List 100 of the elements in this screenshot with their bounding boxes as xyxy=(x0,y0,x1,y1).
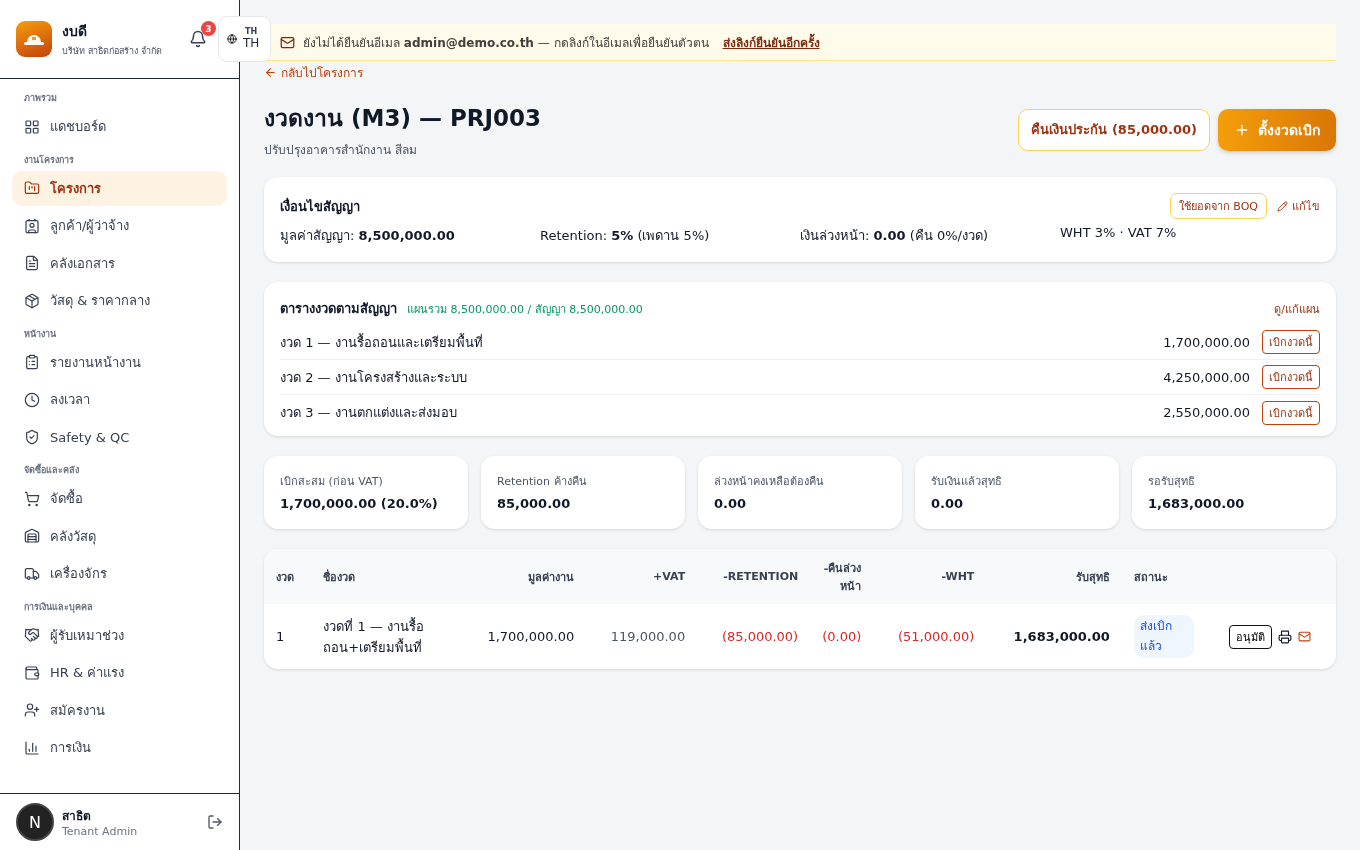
contract-fact: Retention: 5% (เพดาน 5%) xyxy=(540,227,711,245)
stat-label: รับเงินแล้วสุทธิ xyxy=(931,474,1003,490)
stat-value: 1,683,000.00 xyxy=(1148,496,1246,511)
nav-item[interactable]: เครื่องจักร xyxy=(12,556,227,591)
print-icon[interactable] xyxy=(1277,629,1292,644)
nav-icon xyxy=(24,627,40,643)
boq-button[interactable]: ใช้ยอดจาก BOQ xyxy=(1169,193,1267,219)
refund-retention-button[interactable]: คืนเงินประกัน (85,000.00) xyxy=(1018,108,1210,151)
column-header: ชื่องวด xyxy=(311,549,462,604)
nav-section-title: จัดซื้อและคลัง xyxy=(23,462,80,477)
card-title: เงื่อนไขสัญญา xyxy=(280,196,360,217)
table-cell: (51,000.00) xyxy=(873,604,987,669)
table-cell: 1,683,000.00 xyxy=(986,604,1122,669)
installment-amount: 2,550,000.00 xyxy=(1163,405,1250,420)
claim-installment-button[interactable]: เบิกงวดนี้ xyxy=(1262,365,1320,389)
nav-icon xyxy=(24,180,40,196)
nav-icon xyxy=(24,528,40,544)
notification-count: 3 xyxy=(201,21,216,36)
stat-value: 0.00 xyxy=(931,496,965,511)
brand-name: งบดี xyxy=(62,22,88,41)
stat-value: 1,700,000.00 (20.0%) xyxy=(280,496,439,511)
page-title: งวดงาน (M3) — PRJ003 xyxy=(264,104,542,133)
table-cell: 1 xyxy=(264,604,312,669)
user-role: Tenant Admin xyxy=(62,825,139,838)
mail-icon xyxy=(280,34,295,50)
back-link[interactable]: กลับไปโครงการ xyxy=(264,63,363,82)
nav-item[interactable]: ลงเวลา xyxy=(12,382,227,417)
mail-icon[interactable] xyxy=(1297,630,1311,643)
nav-item[interactable]: ลูกค้า/ผู้ว่าจ้าง xyxy=(12,208,227,243)
claim-installment-button[interactable]: เบิกงวดนี้ xyxy=(1262,330,1320,354)
nav-item[interactable]: แดชบอร์ด xyxy=(12,109,227,144)
stat-label: รอรับสุทธิ xyxy=(1148,474,1196,490)
installment-amount: 1,700,000.00 xyxy=(1163,334,1250,350)
column-header: -WHT xyxy=(873,549,987,604)
approve-button[interactable]: อนุมัติ xyxy=(1228,624,1272,649)
nav-item[interactable]: การเงิน xyxy=(12,730,227,765)
nav-icon xyxy=(24,255,40,271)
installment-amount: 4,250,000.00 xyxy=(1163,369,1250,385)
nav-icon xyxy=(24,354,40,370)
edit-plan-link[interactable]: ดู/แก้แผน xyxy=(1274,299,1320,318)
logout-icon[interactable] xyxy=(207,814,223,830)
nav-item[interactable]: วัสดุ & ราคากลาง xyxy=(12,283,227,318)
contract-fact: มูลค่าสัญญา: 8,500,000.00 xyxy=(280,227,456,246)
table-cell: งวดที่ 1 — งานรื้อถอน+เตรียมพื้นที่ xyxy=(311,604,462,669)
stat-label: Retention ค้างคืน xyxy=(497,474,588,490)
contract-fact: WHT 3% · VAT 7% xyxy=(1060,225,1178,242)
nav-icon xyxy=(24,429,40,445)
column-header: สถานะ xyxy=(1121,549,1217,604)
nav-icon xyxy=(24,565,40,582)
column-header: รับสุทธิ xyxy=(986,549,1122,604)
banner-text: ยังไม่ได้ยืนยันอีเมล admin@demo.co.th — กดลิงก์ในอีเมลเพื่อยืนยันตัวตน xyxy=(303,33,709,52)
company-name: บริษัท สาธิตก่อสร้าง จำกัด xyxy=(62,45,163,58)
stat-value: 85,000.00 xyxy=(497,496,572,511)
globe-icon xyxy=(227,34,237,44)
nav-item[interactable]: Safety & QC xyxy=(12,419,227,455)
hardhat-logo-icon xyxy=(16,21,52,57)
column-header: มูลค่างาน xyxy=(461,549,587,604)
nav-icon xyxy=(24,702,40,718)
nav-icon xyxy=(24,118,40,135)
table-cell: 1,700,000.00 xyxy=(461,604,587,669)
page-subtitle: ปรับปรุงอาคารสำนักงาน สีลม xyxy=(264,142,418,159)
nav-item[interactable]: คลังเอกสาร xyxy=(12,245,227,281)
avatar[interactable]: N xyxy=(16,803,54,841)
nav-section-title: ภาพรวม xyxy=(23,92,58,105)
stat-label: เบิกสะสม (ก่อน VAT) xyxy=(280,474,384,490)
table-cell: 119,000.00 xyxy=(586,604,698,669)
nav-section-title: หน้างาน xyxy=(23,327,57,341)
nav-icon xyxy=(24,217,40,234)
nav-icon xyxy=(24,490,40,507)
pencil-icon xyxy=(1277,200,1288,212)
nav-item[interactable]: รายงานหน้างาน xyxy=(12,344,227,380)
edit-link[interactable]: แก้ไข xyxy=(1277,197,1320,215)
nav-item[interactable]: คลังวัสดุ xyxy=(12,518,227,554)
nav-item[interactable]: ผู้รับเหมาช่วง xyxy=(12,617,227,653)
resend-link[interactable]: ส่งลิงก์ยืนยันอีกครั้ง xyxy=(722,32,820,52)
nav-section-title: งานโครงการ xyxy=(23,153,75,167)
stat-label: ล่วงหน้าคงเหลือต้องคืน xyxy=(714,474,825,490)
installment-label: งวด 2 — งานโครงสร้างและระบบ xyxy=(280,368,467,387)
nav-icon xyxy=(24,391,40,408)
table-cell: (0.00) xyxy=(810,604,874,669)
plan-summary: แผนรวม 8,500,000.00 / สัญญา 8,500,000.00 xyxy=(407,301,643,318)
user-name: สาธิต xyxy=(62,808,92,825)
nav-item[interactable]: สมัครงาน xyxy=(12,692,227,728)
column-header: -RETENTION xyxy=(697,549,811,604)
installment-label: งวด 1 — งานรื้อถอนและเตรียมพื้นที่ xyxy=(280,332,483,352)
nav-icon xyxy=(24,739,40,756)
nav-icon xyxy=(24,292,40,309)
notification-bell-icon[interactable] xyxy=(189,30,207,48)
column-header: -คืนล่วงหน้า xyxy=(810,549,874,604)
table-cell: (85,000.00) xyxy=(697,604,811,669)
nav-icon xyxy=(24,664,40,681)
status-badge: ส่งเบิกแล้ว xyxy=(1133,615,1194,658)
nav-item[interactable]: HR & ค่าแรง xyxy=(12,655,227,690)
nav-item[interactable]: จัดซื้อ xyxy=(12,481,227,516)
installment-label: งวด 3 — งานตกแต่งและส่งมอบ xyxy=(280,404,457,422)
nav-item[interactable]: โครงการ xyxy=(12,170,227,206)
column-header: งวด xyxy=(264,549,312,604)
language-switcher[interactable]: TH TH xyxy=(218,16,271,62)
claim-installment-button[interactable]: เบิกงวดนี้ xyxy=(1262,400,1320,425)
nav-section-title: การเงินและบุคคล xyxy=(23,600,94,615)
